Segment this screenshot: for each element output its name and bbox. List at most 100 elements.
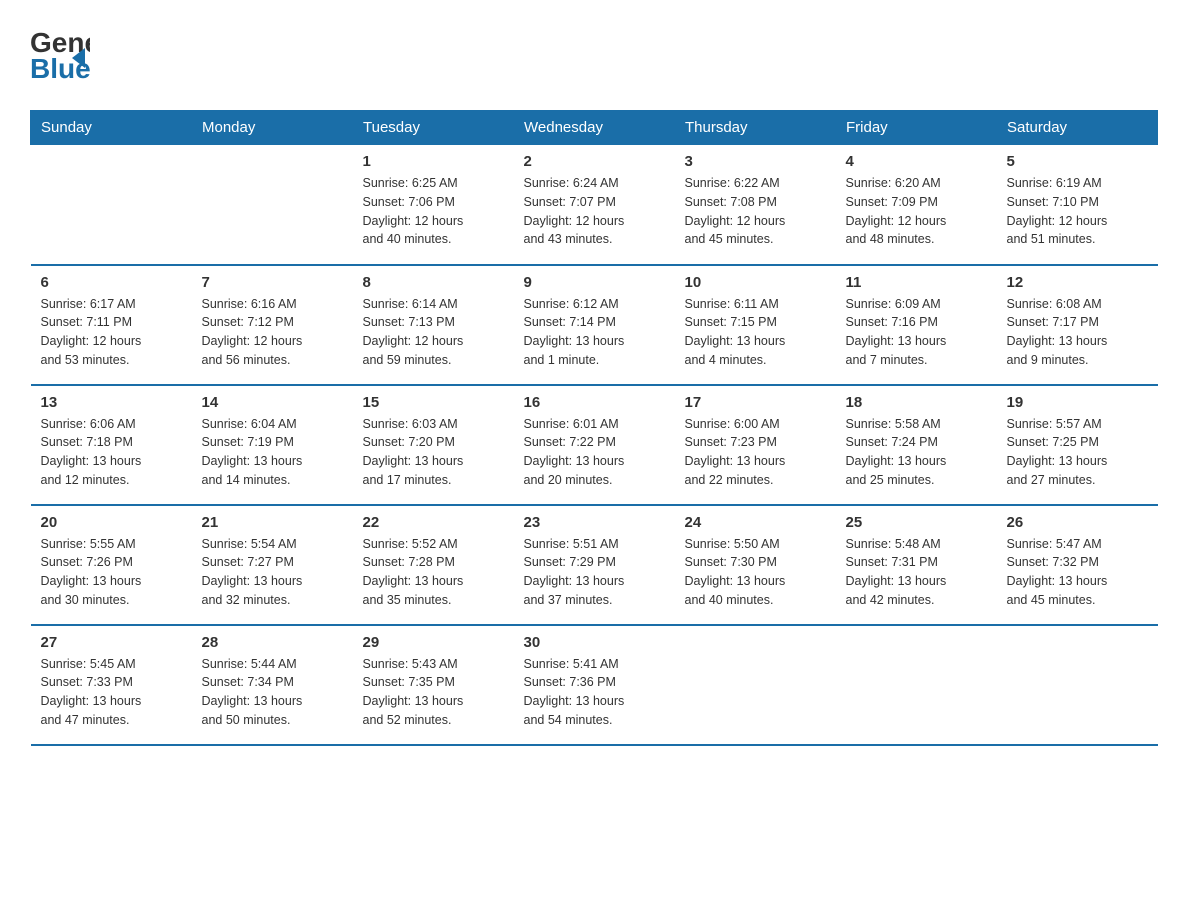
day-number: 21 (202, 514, 343, 531)
day-number: 1 (363, 153, 504, 170)
day-info: Sunrise: 6:19 AMSunset: 7:10 PMDaylight:… (1007, 174, 1148, 249)
col-monday: Monday (192, 111, 353, 145)
calendar-cell: 18Sunrise: 5:58 AMSunset: 7:24 PMDayligh… (836, 385, 997, 505)
day-number: 5 (1007, 153, 1148, 170)
calendar-cell: 8 Sunrise: 6:14 AMSunset: 7:13 PMDaylight… (353, 265, 514, 385)
day-info: Sunrise: 5:54 AMSunset: 7:27 PMDaylight:… (202, 535, 343, 610)
calendar-cell: 12Sunrise: 6:08 AMSunset: 7:17 PMDayligh… (997, 265, 1158, 385)
calendar-cell: 13Sunrise: 6:06 AMSunset: 7:18 PMDayligh… (31, 385, 192, 505)
day-info: Sunrise: 6:11 AMSunset: 7:15 PMDaylight:… (685, 295, 826, 370)
calendar-cell: 30 Sunrise: 5:41 AMSunset: 7:36 PMDayligh… (514, 625, 675, 745)
col-wednesday: Wednesday (514, 111, 675, 145)
day-info: Sunrise: 5:45 AMSunset: 7:33 PMDaylight:… (41, 655, 182, 730)
day-info: Sunrise: 5:57 AMSunset: 7:25 PMDaylight:… (1007, 415, 1148, 490)
calendar-cell: 19 Sunrise: 5:57 AMSunset: 7:25 PMDayligh… (997, 385, 1158, 505)
calendar-cell: 29 Sunrise: 5:43 AMSunset: 7:35 PMDayligh… (353, 625, 514, 745)
day-info: Sunrise: 5:47 AMSunset: 7:32 PMDaylight:… (1007, 535, 1148, 610)
day-number: 10 (685, 274, 826, 291)
day-number: 18 (846, 394, 987, 411)
header-row: Sunday Monday Tuesday Wednesday Thursday… (31, 111, 1158, 145)
day-info: Sunrise: 5:51 AMSunset: 7:29 PMDaylight:… (524, 535, 665, 610)
logo: General Blue (30, 20, 90, 90)
calendar-cell (192, 145, 353, 265)
day-number: 3 (685, 153, 826, 170)
day-number: 25 (846, 514, 987, 531)
day-number: 19 (1007, 394, 1148, 411)
day-number: 6 (41, 274, 182, 291)
calendar-cell: 24Sunrise: 5:50 AMSunset: 7:30 PMDayligh… (675, 505, 836, 625)
day-number: 27 (41, 634, 182, 651)
day-info: Sunrise: 5:55 AMSunset: 7:26 PMDaylight:… (41, 535, 182, 610)
day-info: Sunrise: 5:44 AMSunset: 7:34 PMDaylight:… (202, 655, 343, 730)
day-number: 13 (41, 394, 182, 411)
calendar-cell: 9Sunrise: 6:12 AMSunset: 7:14 PMDaylight… (514, 265, 675, 385)
calendar-cell: 21 Sunrise: 5:54 AMSunset: 7:27 PMDayligh… (192, 505, 353, 625)
calendar-cell: 22Sunrise: 5:52 AMSunset: 7:28 PMDayligh… (353, 505, 514, 625)
day-number: 24 (685, 514, 826, 531)
day-info: Sunrise: 6:01 AMSunset: 7:22 PMDaylight:… (524, 415, 665, 490)
calendar-cell: 16 Sunrise: 6:01 AMSunset: 7:22 PMDayligh… (514, 385, 675, 505)
calendar-cell (31, 145, 192, 265)
calendar-cell: 5 Sunrise: 6:19 AMSunset: 7:10 PMDaylight… (997, 145, 1158, 265)
col-tuesday: Tuesday (353, 111, 514, 145)
day-number: 14 (202, 394, 343, 411)
day-number: 12 (1007, 274, 1148, 291)
calendar-week-4: 20 Sunrise: 5:55 AMSunset: 7:26 PMDayligh… (31, 505, 1158, 625)
calendar-cell: 4 Sunrise: 6:20 AMSunset: 7:09 PMDaylight… (836, 145, 997, 265)
calendar-cell: 1Sunrise: 6:25 AMSunset: 7:06 PMDaylight… (353, 145, 514, 265)
day-info: Sunrise: 5:41 AMSunset: 7:36 PMDaylight:… (524, 655, 665, 730)
day-number: 4 (846, 153, 987, 170)
calendar-cell: 26 Sunrise: 5:47 AMSunset: 7:32 PMDayligh… (997, 505, 1158, 625)
calendar-cell: 10 Sunrise: 6:11 AMSunset: 7:15 PMDayligh… (675, 265, 836, 385)
day-number: 28 (202, 634, 343, 651)
calendar-cell: 7 Sunrise: 6:16 AMSunset: 7:12 PMDaylight… (192, 265, 353, 385)
day-number: 20 (41, 514, 182, 531)
logo-icon: General Blue (30, 20, 90, 90)
calendar-cell: 17 Sunrise: 6:00 AMSunset: 7:23 PMDayligh… (675, 385, 836, 505)
day-number: 2 (524, 153, 665, 170)
day-number: 30 (524, 634, 665, 651)
calendar-cell: 15 Sunrise: 6:03 AMSunset: 7:20 PMDayligh… (353, 385, 514, 505)
calendar-cell: 2 Sunrise: 6:24 AMSunset: 7:07 PMDaylight… (514, 145, 675, 265)
day-number: 11 (846, 274, 987, 291)
day-info: Sunrise: 6:12 AMSunset: 7:14 PMDaylight:… (524, 295, 665, 370)
day-info: Sunrise: 5:43 AMSunset: 7:35 PMDaylight:… (363, 655, 504, 730)
day-info: Sunrise: 6:22 AMSunset: 7:08 PMDaylight:… (685, 174, 826, 249)
day-number: 23 (524, 514, 665, 531)
col-thursday: Thursday (675, 111, 836, 145)
day-info: Sunrise: 6:16 AMSunset: 7:12 PMDaylight:… (202, 295, 343, 370)
calendar-cell (997, 625, 1158, 745)
calendar-cell: 14 Sunrise: 6:04 AMSunset: 7:19 PMDayligh… (192, 385, 353, 505)
day-info: Sunrise: 6:24 AMSunset: 7:07 PMDaylight:… (524, 174, 665, 249)
day-info: Sunrise: 6:17 AMSunset: 7:11 PMDaylight:… (41, 295, 182, 370)
day-info: Sunrise: 6:20 AMSunset: 7:09 PMDaylight:… (846, 174, 987, 249)
calendar-week-5: 27 Sunrise: 5:45 AMSunset: 7:33 PMDayligh… (31, 625, 1158, 745)
calendar-cell: 6 Sunrise: 6:17 AMSunset: 7:11 PMDaylight… (31, 265, 192, 385)
calendar-cell: 3 Sunrise: 6:22 AMSunset: 7:08 PMDaylight… (675, 145, 836, 265)
calendar-cell: 23 Sunrise: 5:51 AMSunset: 7:29 PMDayligh… (514, 505, 675, 625)
day-number: 26 (1007, 514, 1148, 531)
calendar-week-3: 13Sunrise: 6:06 AMSunset: 7:18 PMDayligh… (31, 385, 1158, 505)
calendar-cell: 20 Sunrise: 5:55 AMSunset: 7:26 PMDayligh… (31, 505, 192, 625)
col-sunday: Sunday (31, 111, 192, 145)
day-info: Sunrise: 6:04 AMSunset: 7:19 PMDaylight:… (202, 415, 343, 490)
day-number: 17 (685, 394, 826, 411)
day-info: Sunrise: 6:03 AMSunset: 7:20 PMDaylight:… (363, 415, 504, 490)
day-number: 29 (363, 634, 504, 651)
page-header: General Blue (30, 20, 1158, 90)
calendar-cell: 27 Sunrise: 5:45 AMSunset: 7:33 PMDayligh… (31, 625, 192, 745)
day-info: Sunrise: 6:00 AMSunset: 7:23 PMDaylight:… (685, 415, 826, 490)
day-number: 8 (363, 274, 504, 291)
day-info: Sunrise: 5:52 AMSunset: 7:28 PMDaylight:… (363, 535, 504, 610)
calendar-week-1: 1Sunrise: 6:25 AMSunset: 7:06 PMDaylight… (31, 145, 1158, 265)
calendar-cell: 11Sunrise: 6:09 AMSunset: 7:16 PMDayligh… (836, 265, 997, 385)
calendar-table: Sunday Monday Tuesday Wednesday Thursday… (30, 110, 1158, 746)
day-info: Sunrise: 5:48 AMSunset: 7:31 PMDaylight:… (846, 535, 987, 610)
day-number: 16 (524, 394, 665, 411)
svg-text:Blue: Blue (30, 53, 90, 84)
calendar-cell (836, 625, 997, 745)
calendar-cell: 28 Sunrise: 5:44 AMSunset: 7:34 PMDayligh… (192, 625, 353, 745)
day-number: 15 (363, 394, 504, 411)
day-info: Sunrise: 6:14 AMSunset: 7:13 PMDaylight:… (363, 295, 504, 370)
day-number: 7 (202, 274, 343, 291)
